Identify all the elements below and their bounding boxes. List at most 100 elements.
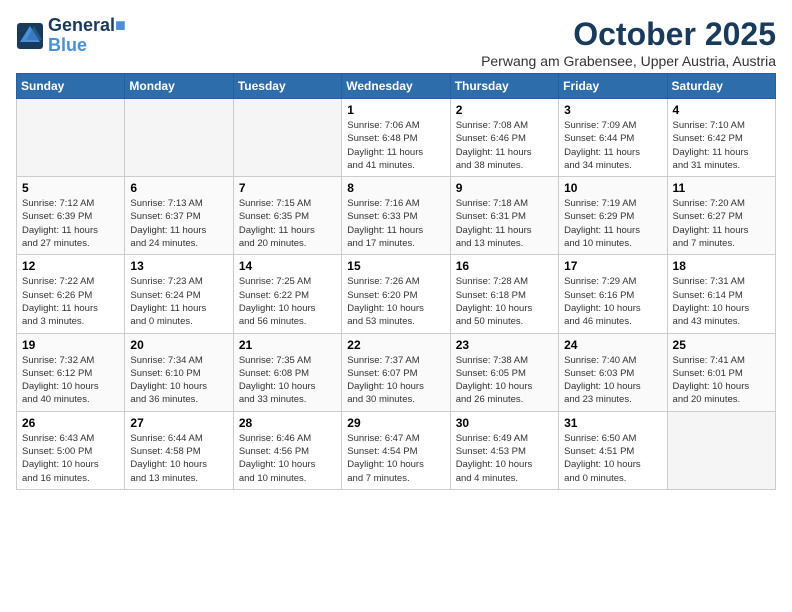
logo-text: General■ Blue xyxy=(48,16,126,56)
day-info: Sunrise: 6:47 AM Sunset: 4:54 PM Dayligh… xyxy=(347,432,444,485)
day-info: Sunrise: 7:15 AM Sunset: 6:35 PM Dayligh… xyxy=(239,197,336,250)
calendar-cell: 30 Sunrise: 6:49 AM Sunset: 4:53 PM Dayli… xyxy=(450,411,558,489)
day-info: Sunrise: 7:40 AM Sunset: 6:03 PM Dayligh… xyxy=(564,354,661,407)
calendar-cell xyxy=(125,99,233,177)
day-info: Sunrise: 6:46 AM Sunset: 4:56 PM Dayligh… xyxy=(239,432,336,485)
day-number: 26 xyxy=(22,416,119,430)
calendar-cell xyxy=(667,411,775,489)
day-info: Sunrise: 7:09 AM Sunset: 6:44 PM Dayligh… xyxy=(564,119,661,172)
day-number: 15 xyxy=(347,259,444,273)
day-info: Sunrise: 7:19 AM Sunset: 6:29 PM Dayligh… xyxy=(564,197,661,250)
weekday-header-saturday: Saturday xyxy=(667,74,775,99)
calendar-cell: 6 Sunrise: 7:13 AM Sunset: 6:37 PM Daylig… xyxy=(125,177,233,255)
calendar-week-3: 12 Sunrise: 7:22 AM Sunset: 6:26 PM Dayli… xyxy=(17,255,776,333)
day-number: 25 xyxy=(673,338,770,352)
calendar-cell: 16Sunrise: 7:28 AM Sunset: 6:18 PM Dayli… xyxy=(450,255,558,333)
weekday-header-monday: Monday xyxy=(125,74,233,99)
day-info: Sunrise: 7:41 AM Sunset: 6:01 PM Dayligh… xyxy=(673,354,770,407)
day-info: Sunrise: 6:44 AM Sunset: 4:58 PM Dayligh… xyxy=(130,432,227,485)
day-number: 22 xyxy=(347,338,444,352)
day-number: 6 xyxy=(130,181,227,195)
day-info: Sunrise: 7:29 AM Sunset: 6:16 PM Dayligh… xyxy=(564,275,661,328)
day-number: 17 xyxy=(564,259,661,273)
day-number: 21 xyxy=(239,338,336,352)
calendar-week-4: 19Sunrise: 7:32 AM Sunset: 6:12 PM Dayli… xyxy=(17,333,776,411)
day-info: Sunrise: 7:10 AM Sunset: 6:42 PM Dayligh… xyxy=(673,119,770,172)
calendar-cell: 29 Sunrise: 6:47 AM Sunset: 4:54 PM Dayli… xyxy=(342,411,450,489)
day-number: 24 xyxy=(564,338,661,352)
title-block: October 2025 Perwang am Grabensee, Upper… xyxy=(481,16,776,69)
day-info: Sunrise: 7:12 AM Sunset: 6:39 PM Dayligh… xyxy=(22,197,119,250)
day-info: Sunrise: 7:08 AM Sunset: 6:46 PM Dayligh… xyxy=(456,119,553,172)
calendar-cell: 12 Sunrise: 7:22 AM Sunset: 6:26 PM Dayli… xyxy=(17,255,125,333)
weekday-header-sunday: Sunday xyxy=(17,74,125,99)
weekday-header-row: SundayMondayTuesdayWednesdayThursdayFrid… xyxy=(17,74,776,99)
day-number: 23 xyxy=(456,338,553,352)
day-info: Sunrise: 6:50 AM Sunset: 4:51 PM Dayligh… xyxy=(564,432,661,485)
day-number: 28 xyxy=(239,416,336,430)
day-info: Sunrise: 7:35 AM Sunset: 6:08 PM Dayligh… xyxy=(239,354,336,407)
day-info: Sunrise: 6:49 AM Sunset: 4:53 PM Dayligh… xyxy=(456,432,553,485)
day-info: Sunrise: 7:13 AM Sunset: 6:37 PM Dayligh… xyxy=(130,197,227,250)
page-header: General■ Blue October 2025 Perwang am Gr… xyxy=(16,16,776,69)
day-number: 29 xyxy=(347,416,444,430)
day-info: Sunrise: 7:06 AM Sunset: 6:48 PM Dayligh… xyxy=(347,119,444,172)
day-number: 16 xyxy=(456,259,553,273)
day-number: 18 xyxy=(673,259,770,273)
calendar-cell: 28 Sunrise: 6:46 AM Sunset: 4:56 PM Dayli… xyxy=(233,411,341,489)
calendar-cell: 11Sunrise: 7:20 AM Sunset: 6:27 PM Dayli… xyxy=(667,177,775,255)
calendar-cell: 2 Sunrise: 7:08 AM Sunset: 6:46 PM Daylig… xyxy=(450,99,558,177)
day-number: 12 xyxy=(22,259,119,273)
calendar-week-5: 26 Sunrise: 6:43 AM Sunset: 5:00 PM Dayli… xyxy=(17,411,776,489)
day-number: 5 xyxy=(22,181,119,195)
day-info: Sunrise: 6:43 AM Sunset: 5:00 PM Dayligh… xyxy=(22,432,119,485)
day-info: Sunrise: 7:26 AM Sunset: 6:20 PM Dayligh… xyxy=(347,275,444,328)
day-number: 31 xyxy=(564,416,661,430)
calendar-cell: 31 Sunrise: 6:50 AM Sunset: 4:51 PM Dayli… xyxy=(559,411,667,489)
location-subtitle: Perwang am Grabensee, Upper Austria, Aus… xyxy=(481,53,776,69)
day-info: Sunrise: 7:25 AM Sunset: 6:22 PM Dayligh… xyxy=(239,275,336,328)
logo-icon xyxy=(16,22,44,50)
day-number: 4 xyxy=(673,103,770,117)
calendar-cell: 1 Sunrise: 7:06 AM Sunset: 6:48 PM Daylig… xyxy=(342,99,450,177)
logo: General■ Blue xyxy=(16,16,126,56)
calendar-cell: 8 Sunrise: 7:16 AM Sunset: 6:33 PM Daylig… xyxy=(342,177,450,255)
weekday-header-friday: Friday xyxy=(559,74,667,99)
calendar-cell: 21 Sunrise: 7:35 AM Sunset: 6:08 PM Dayli… xyxy=(233,333,341,411)
calendar-cell: 23Sunrise: 7:38 AM Sunset: 6:05 PM Dayli… xyxy=(450,333,558,411)
calendar-cell: 9Sunrise: 7:18 AM Sunset: 6:31 PM Daylig… xyxy=(450,177,558,255)
day-number: 7 xyxy=(239,181,336,195)
day-number: 14 xyxy=(239,259,336,273)
weekday-header-wednesday: Wednesday xyxy=(342,74,450,99)
calendar-cell: 22Sunrise: 7:37 AM Sunset: 6:07 PM Dayli… xyxy=(342,333,450,411)
month-title: October 2025 xyxy=(481,16,776,53)
day-info: Sunrise: 7:32 AM Sunset: 6:12 PM Dayligh… xyxy=(22,354,119,407)
calendar-week-2: 5 Sunrise: 7:12 AM Sunset: 6:39 PM Daylig… xyxy=(17,177,776,255)
calendar-week-1: 1 Sunrise: 7:06 AM Sunset: 6:48 PM Daylig… xyxy=(17,99,776,177)
day-info: Sunrise: 7:18 AM Sunset: 6:31 PM Dayligh… xyxy=(456,197,553,250)
calendar-cell: 15 Sunrise: 7:26 AM Sunset: 6:20 PM Dayli… xyxy=(342,255,450,333)
day-info: Sunrise: 7:16 AM Sunset: 6:33 PM Dayligh… xyxy=(347,197,444,250)
day-number: 27 xyxy=(130,416,227,430)
day-number: 20 xyxy=(130,338,227,352)
day-number: 30 xyxy=(456,416,553,430)
calendar-cell: 4 Sunrise: 7:10 AM Sunset: 6:42 PM Daylig… xyxy=(667,99,775,177)
day-info: Sunrise: 7:23 AM Sunset: 6:24 PM Dayligh… xyxy=(130,275,227,328)
calendar-cell: 19Sunrise: 7:32 AM Sunset: 6:12 PM Dayli… xyxy=(17,333,125,411)
calendar-cell xyxy=(17,99,125,177)
day-number: 10 xyxy=(564,181,661,195)
calendar-cell: 17 Sunrise: 7:29 AM Sunset: 6:16 PM Dayli… xyxy=(559,255,667,333)
day-number: 8 xyxy=(347,181,444,195)
calendar-cell: 10 Sunrise: 7:19 AM Sunset: 6:29 PM Dayli… xyxy=(559,177,667,255)
calendar-table: SundayMondayTuesdayWednesdayThursdayFrid… xyxy=(16,73,776,490)
day-info: Sunrise: 7:31 AM Sunset: 6:14 PM Dayligh… xyxy=(673,275,770,328)
weekday-header-tuesday: Tuesday xyxy=(233,74,341,99)
day-number: 1 xyxy=(347,103,444,117)
calendar-cell: 5 Sunrise: 7:12 AM Sunset: 6:39 PM Daylig… xyxy=(17,177,125,255)
day-number: 11 xyxy=(673,181,770,195)
calendar-cell: 26 Sunrise: 6:43 AM Sunset: 5:00 PM Dayli… xyxy=(17,411,125,489)
day-info: Sunrise: 7:22 AM Sunset: 6:26 PM Dayligh… xyxy=(22,275,119,328)
day-number: 2 xyxy=(456,103,553,117)
calendar-cell: 18 Sunrise: 7:31 AM Sunset: 6:14 PM Dayli… xyxy=(667,255,775,333)
calendar-cell: 27 Sunrise: 6:44 AM Sunset: 4:58 PM Dayli… xyxy=(125,411,233,489)
